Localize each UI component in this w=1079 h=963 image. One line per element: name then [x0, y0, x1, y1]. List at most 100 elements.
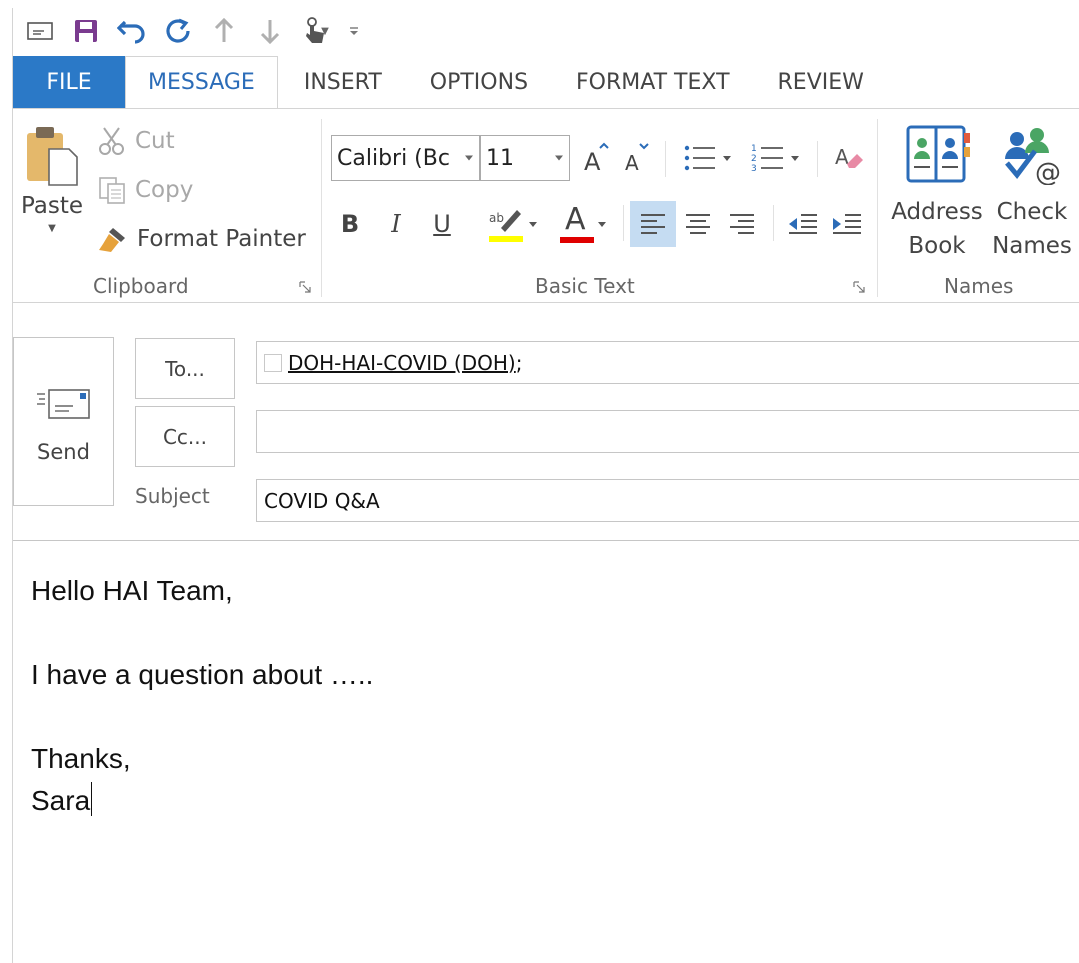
align-center-button[interactable]	[677, 201, 719, 247]
tab-options[interactable]: OPTIONS	[406, 56, 552, 108]
send-button[interactable]: Send	[13, 337, 114, 506]
chevron-down-icon: ▼	[48, 223, 56, 234]
check-names-label-2: Names	[992, 233, 1072, 259]
check-names-icon: @	[1005, 128, 1061, 185]
copy-button[interactable]: Copy	[97, 172, 193, 208]
undo-icon[interactable]	[109, 11, 155, 51]
increase-indent-button[interactable]	[827, 201, 867, 247]
down-arrow-icon[interactable]	[247, 11, 293, 51]
font-name-select[interactable]: Calibri (Bc	[331, 135, 480, 181]
clipboard-group-label: Clipboard	[93, 274, 189, 298]
numbered-list-icon: 123	[751, 144, 799, 174]
decrease-indent-icon	[789, 214, 817, 234]
copy-label: Copy	[135, 177, 194, 203]
scissors-icon	[99, 127, 124, 155]
chevron-down-icon: ▼	[321, 25, 329, 37]
highlighter-icon: ab	[489, 210, 537, 242]
to-field[interactable]: DOH-HAI-COVID (DOH) ;	[256, 341, 1079, 384]
up-arrow-icon[interactable]	[201, 11, 247, 51]
paste-label: Paste	[20, 193, 84, 219]
recipient-separator: ;	[515, 350, 523, 375]
redo-icon[interactable]	[155, 11, 201, 51]
recipient-checkbox-icon	[264, 353, 282, 372]
check-names-label-1: Check	[996, 199, 1068, 225]
quick-access-toolbar: ▼	[13, 8, 1079, 54]
body-line: I have a question about …..	[31, 659, 374, 690]
svg-text:A: A	[584, 148, 601, 174]
touch-mode-icon[interactable]: ▼	[293, 11, 339, 51]
grow-font-button[interactable]: A	[579, 135, 615, 181]
font-color-swatch	[560, 237, 594, 243]
numbering-button[interactable]: 123	[745, 135, 809, 181]
address-book-button[interactable]: Address Book	[887, 123, 987, 263]
body-line	[31, 612, 373, 654]
format-painter-label: Format Painter	[137, 226, 306, 252]
tab-file[interactable]: FILE	[13, 56, 125, 108]
names-group-label: Names	[944, 274, 1014, 298]
group-divider	[321, 119, 322, 297]
eraser-icon: A	[835, 145, 863, 169]
to-button[interactable]: To...	[135, 338, 235, 399]
tab-review[interactable]: REVIEW	[754, 56, 888, 108]
chevron-down-icon	[465, 155, 473, 161]
divider	[623, 205, 624, 241]
svg-text:3: 3	[751, 164, 757, 174]
message-body[interactable]: Hello HAI Team, I have a question about …	[31, 570, 373, 822]
font-size-select[interactable]: 11	[480, 135, 570, 181]
cc-button[interactable]: Cc...	[135, 406, 235, 467]
group-divider	[877, 119, 878, 297]
align-right-button[interactable]	[721, 201, 763, 247]
body-divider	[13, 540, 1079, 541]
font-name-value: Calibri (Bc	[337, 145, 450, 171]
cut-label: Cut	[135, 128, 175, 154]
signature: Sara	[31, 785, 91, 816]
paste-button[interactable]: Paste ▼	[19, 123, 85, 253]
grow-font-icon: A	[584, 142, 609, 174]
decrease-indent-button[interactable]	[783, 201, 823, 247]
italic-button[interactable]: I	[377, 201, 415, 247]
save-icon[interactable]	[63, 11, 109, 51]
align-right-icon	[730, 214, 754, 234]
address-book-label-2: Book	[908, 233, 966, 259]
align-left-button[interactable]	[630, 201, 676, 247]
body-line: Thanks,	[31, 743, 131, 774]
bold-button[interactable]: B	[331, 201, 369, 247]
customize-icon[interactable]	[339, 11, 369, 51]
send-mail-icon	[36, 389, 90, 419]
tab-insert[interactable]: INSERT	[278, 56, 406, 108]
chevron-down-icon	[598, 222, 606, 227]
subject-field[interactable]: COVID Q&A	[256, 479, 1079, 522]
underline-button[interactable]: U	[423, 201, 461, 247]
text-cursor	[91, 782, 93, 816]
font-size-value: 11	[486, 145, 514, 171]
paste-icon	[27, 127, 78, 186]
shrink-font-icon: A	[625, 143, 649, 174]
bullet-list-icon	[684, 145, 731, 171]
address-book-label-1: Address	[891, 199, 983, 225]
recipient-chip[interactable]: DOH-HAI-COVID (DOH)	[288, 351, 516, 375]
clear-formatting-button[interactable]: A	[827, 135, 871, 181]
divider	[773, 205, 774, 241]
copy-icon	[99, 177, 125, 204]
dialog-launcher-icon[interactable]	[853, 281, 865, 293]
divider	[665, 141, 666, 177]
format-painter-button[interactable]: Format Painter	[97, 221, 306, 257]
svg-text:@: @	[1035, 158, 1061, 185]
shrink-font-button[interactable]: A	[619, 135, 655, 181]
svg-text:1: 1	[751, 144, 757, 154]
highlight-button[interactable]: ab	[479, 201, 547, 247]
dialog-launcher-icon[interactable]	[299, 281, 311, 293]
bullets-button[interactable]	[677, 135, 741, 181]
font-color-letter: A	[565, 202, 586, 237]
cut-button[interactable]: Cut	[97, 123, 175, 159]
check-names-button[interactable]: @ Check Names	[987, 123, 1077, 263]
mail-icon[interactable]	[17, 11, 63, 51]
tab-format-text[interactable]: FORMAT TEXT	[552, 56, 753, 108]
font-color-button[interactable]: A	[551, 201, 615, 247]
cc-field[interactable]	[256, 410, 1079, 453]
divider	[817, 141, 818, 177]
chevron-down-icon	[555, 155, 563, 161]
send-label: Send	[37, 440, 90, 464]
tab-message[interactable]: MESSAGE	[125, 56, 278, 108]
address-book-icon	[906, 125, 970, 183]
